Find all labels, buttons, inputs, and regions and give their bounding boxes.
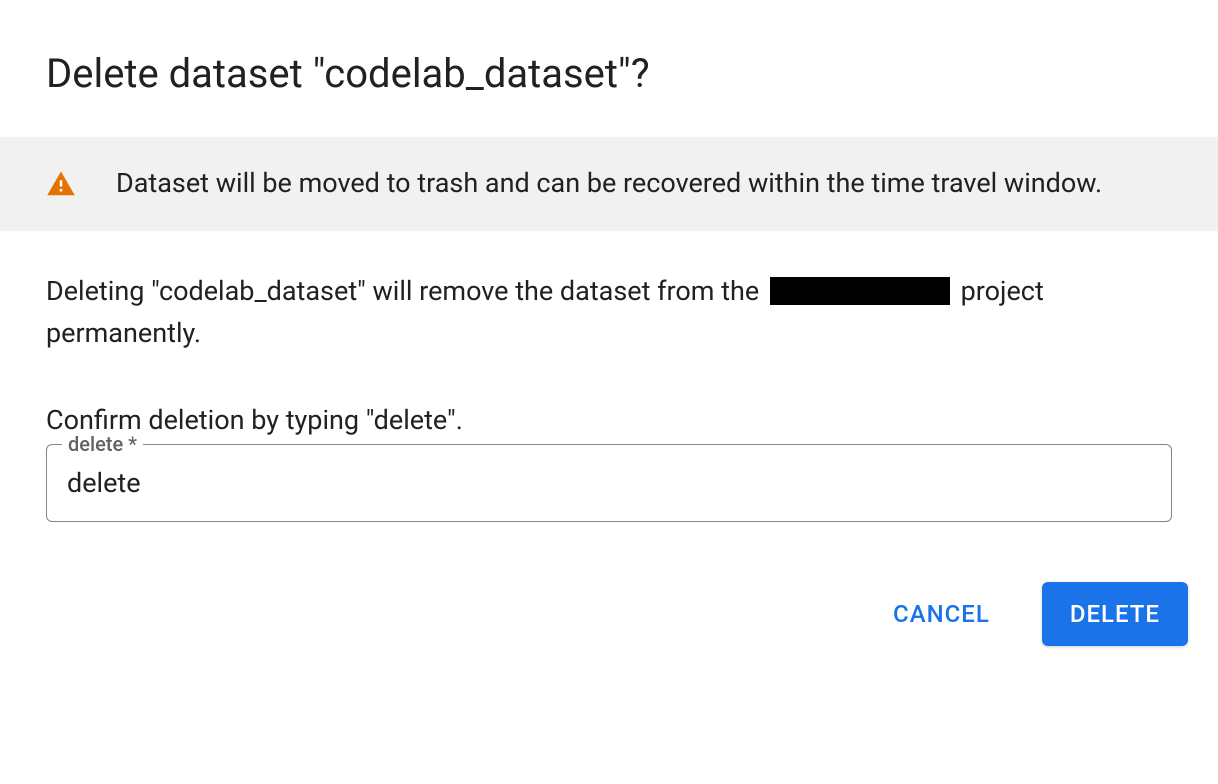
redacted-project-name bbox=[770, 277, 950, 305]
confirm-input-wrapper: delete * bbox=[46, 444, 1172, 522]
info-banner-text: Dataset will be moved to trash and can b… bbox=[116, 165, 1102, 203]
delete-dataset-dialog: Delete dataset "codelab_dataset"? Datase… bbox=[0, 0, 1218, 676]
dialog-title: Delete dataset "codelab_dataset"? bbox=[0, 0, 1218, 137]
cancel-button[interactable]: CANCEL bbox=[865, 582, 1018, 646]
info-banner: Dataset will be moved to trash and can b… bbox=[0, 137, 1218, 231]
delete-button[interactable]: DELETE bbox=[1042, 582, 1188, 646]
dialog-actions: CANCEL DELETE bbox=[0, 522, 1218, 676]
warning-icon bbox=[46, 169, 76, 199]
delete-description: Deleting "codelab_dataset" will remove t… bbox=[46, 271, 1172, 355]
confirm-input-label: delete * bbox=[62, 432, 143, 456]
dialog-body: Deleting "codelab_dataset" will remove t… bbox=[0, 231, 1218, 523]
confirm-delete-input[interactable] bbox=[46, 444, 1172, 522]
description-part1: Deleting "codelab_dataset" will remove t… bbox=[46, 275, 766, 307]
confirm-instruction: Confirm deletion by typing "delete". bbox=[46, 404, 1172, 436]
